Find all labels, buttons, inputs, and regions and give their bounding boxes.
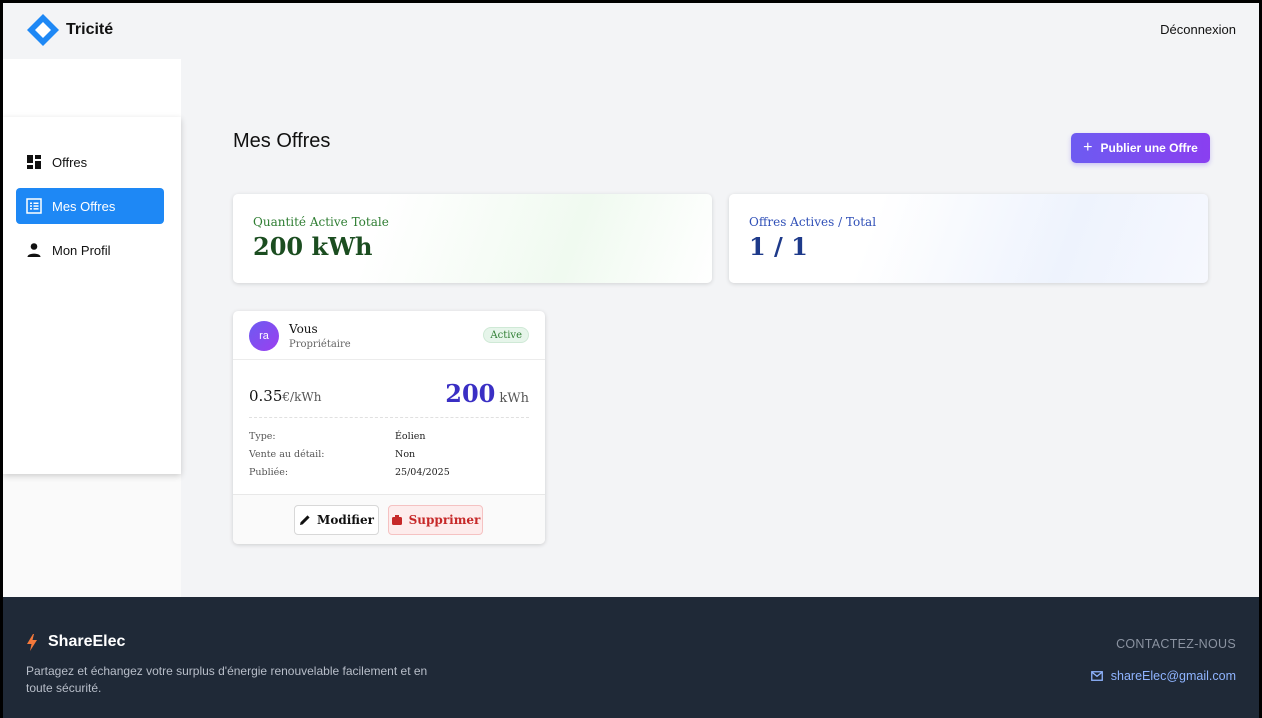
stat-label: Offres Actives / Total [749, 215, 877, 229]
mail-icon [1090, 671, 1103, 681]
price-unit: €/kWh [282, 390, 322, 404]
list-icon [26, 198, 42, 214]
delete-label: Supprimer [408, 513, 481, 527]
owner-role: Propriétaire [289, 339, 351, 350]
contact-email-link[interactable]: shareElec@gmail.com [1090, 669, 1236, 683]
app-frame: Tricité Déconnexion Offres Mes Offres Mo… [3, 3, 1259, 718]
page-title: Mes Offres [233, 130, 331, 152]
dashboard-icon [27, 155, 41, 169]
sidebar-item-mon-profil[interactable]: Mon Profil [16, 232, 164, 268]
footer-brand: ShareElec [26, 633, 125, 651]
stat-card-total-quantity: Quantité Active Totale 200 kWh [233, 194, 712, 283]
top-header: Tricité Déconnexion [3, 3, 1259, 59]
brand-name: Tricité [66, 21, 114, 38]
detail-value-published: 25/04/2025 [395, 467, 450, 478]
sidebar-top-panel [3, 59, 181, 117]
card-divider [233, 359, 545, 360]
sidebar: Offres Mes Offres Mon Profil [3, 117, 181, 474]
detail-label-type: Type: [249, 431, 276, 442]
publish-offer-label: Publier une Offre [1100, 141, 1198, 155]
pencil-icon [300, 515, 310, 525]
sidebar-item-offres[interactable]: Offres [16, 144, 164, 180]
footer-description: Partagez et échangez votre surplus d'éne… [26, 664, 428, 695]
detail-value-retail: Non [395, 449, 416, 460]
card-actions: Modifier Supprimer [233, 494, 545, 544]
stat-label: Quantité Active Totale [253, 215, 389, 229]
offer-card: ra Vous Propriétaire Active 0.35€/kWh 20… [233, 311, 545, 544]
sidebar-item-label: Mes Offres [52, 198, 116, 214]
edit-label: Modifier [317, 513, 374, 527]
dashed-divider [249, 417, 529, 418]
edit-button[interactable]: Modifier [294, 505, 379, 535]
trash-icon [391, 515, 402, 525]
sidebar-item-mes-offres[interactable]: Mes Offres [16, 188, 164, 224]
detail-label-published: Publiée: [249, 467, 289, 478]
quantity-value: 200 [445, 379, 496, 408]
bolt-icon [27, 633, 37, 651]
sidebar-item-label: Mon Profil [52, 242, 111, 258]
publish-offer-button[interactable]: + Publier une Offre [1071, 133, 1210, 163]
plus-icon: + [1083, 139, 1093, 156]
offer-price: 0.35€/kWh [249, 387, 321, 405]
avatar: ra [249, 321, 279, 351]
quantity-unit: kWh [499, 391, 529, 406]
status-badge: Active [483, 327, 529, 343]
delete-button[interactable]: Supprimer [388, 505, 483, 535]
stat-card-active-offers: Offres Actives / Total 1 / 1 [729, 194, 1208, 283]
price-value: 0.35 [249, 387, 283, 405]
logout-button[interactable]: Déconnexion [1160, 22, 1236, 37]
detail-label-retail: Vente au détail: [249, 449, 325, 460]
owner-name: Vous [289, 322, 318, 336]
person-icon [27, 243, 41, 257]
logo-icon[interactable] [26, 13, 60, 47]
footer-brand-name: ShareElec [48, 633, 126, 650]
site-footer: ShareElec Partagez et échangez votre sur… [3, 597, 1259, 718]
detail-value-type: Éolien [395, 431, 426, 442]
stat-value: 200 kWh [253, 232, 373, 261]
offer-quantity: 200 kWh [445, 379, 529, 408]
stat-value: 1 / 1 [749, 232, 808, 261]
contact-email: shareElec@gmail.com [1110, 669, 1236, 683]
contact-title: CONTACTEZ-NOUS [1116, 637, 1236, 651]
sidebar-item-label: Offres [52, 154, 88, 170]
